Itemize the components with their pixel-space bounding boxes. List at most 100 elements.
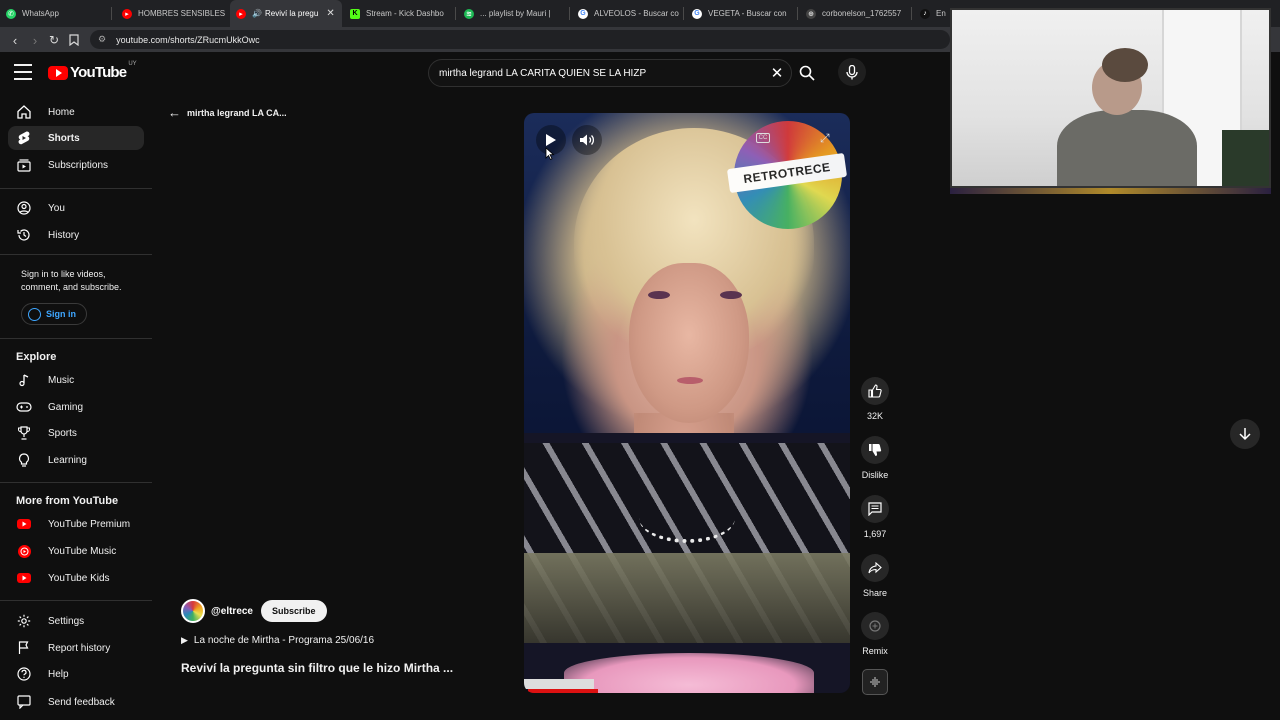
sidebar-item-send-feedback[interactable]: Send feedback (8, 690, 144, 714)
sidebar-item-settings[interactable]: Settings (8, 609, 144, 633)
logo-wordmark: YouTube (70, 64, 127, 81)
shorts-icon (16, 130, 32, 146)
sidebar-item-label: You (48, 202, 65, 214)
subscribe-button[interactable]: Subscribe (261, 600, 327, 622)
like-button[interactable] (861, 377, 889, 405)
sign-in-button[interactable]: Sign in (21, 303, 87, 325)
like-action[interactable]: 32K (860, 377, 890, 421)
captions-icon[interactable]: CC (756, 133, 770, 143)
dislike-action[interactable]: Dislike (860, 436, 890, 480)
bookmark-icon[interactable] (65, 31, 83, 49)
feedback-icon (16, 694, 32, 710)
youtube-icon: ▸ (122, 8, 132, 19)
tab-label: Reviví la pregu (264, 9, 319, 18)
tab-label: corbonelson_1762557 (822, 9, 902, 18)
arrow-down-icon (1239, 428, 1251, 441)
browser-tab[interactable]: G ALVEOLOS - Buscar co (572, 0, 684, 27)
comments-action[interactable]: 1,697 (860, 495, 890, 539)
tab-label: HOMBRES SENSIBLES (138, 9, 226, 18)
lightbulb-icon (16, 452, 32, 468)
sidebar-item-report-history[interactable]: Report history (8, 636, 144, 660)
sidebar-item-learning[interactable]: Learning (8, 448, 144, 472)
account-icon (28, 307, 41, 321)
browser-tab[interactable]: ♪ En (914, 0, 948, 27)
sidebar-item-label: Help (48, 668, 69, 680)
shorts-back-link[interactable]: ← mirtha legrand LA CA... (168, 105, 287, 120)
playlist-link[interactable]: ▶ La noche de Mirtha - Programa 25/06/16 (181, 635, 374, 646)
spotify-icon: ≋ (464, 8, 474, 19)
share-button[interactable] (861, 554, 889, 582)
settings-icon (16, 613, 32, 629)
sidebar-item-sports[interactable]: Sports (8, 421, 144, 445)
sidebar-item-subscriptions[interactable]: Subscriptions (8, 153, 144, 177)
shorts-back-title: mirtha legrand LA CA... (187, 107, 287, 118)
share-icon (868, 562, 882, 574)
retrotrece-text: RETROTRECE (726, 152, 848, 194)
shorts-video-player[interactable]: RETROTRECE CC ⤢ (524, 113, 850, 693)
arrow-left-icon: ← (168, 105, 181, 120)
dislike-button[interactable] (861, 436, 889, 464)
site-info-icon[interactable]: ⚙ (98, 34, 106, 45)
sidebar-item-help[interactable]: Help (8, 662, 144, 686)
close-tab-icon[interactable]: ✕ (326, 8, 334, 19)
next-short-button[interactable] (1230, 419, 1260, 449)
remix-button[interactable] (861, 612, 889, 640)
sidebar-item-you[interactable]: You (8, 196, 144, 220)
youtube-premium-icon (16, 516, 32, 532)
volume-button[interactable] (572, 125, 602, 155)
comments-button[interactable] (861, 495, 889, 523)
explore-heading: Explore (16, 351, 57, 363)
speaker-icon: 🔊 (252, 9, 262, 18)
reload-icon[interactable]: ↻ (45, 31, 63, 49)
mouse-cursor-icon (545, 147, 555, 161)
sidebar-item-youtube-kids[interactable]: YouTube Kids (8, 566, 144, 590)
browser-tab[interactable]: ⊕ corbonelson_1762557 (800, 0, 912, 27)
back-icon[interactable]: ‹ (6, 31, 24, 49)
youtube-icon: ▸ (236, 8, 246, 19)
search-button[interactable] (792, 59, 822, 87)
sidebar-item-label: Home (48, 106, 75, 118)
browser-tab[interactable]: G VEGETA - Buscar con (686, 0, 798, 27)
volume-icon (580, 134, 594, 146)
browser-tab[interactable]: ≋ ... playlist by Mauri | (458, 0, 570, 27)
address-bar[interactable]: ⚙ youtube.com/shorts/ZRucmUkkOwc (90, 30, 950, 49)
sidebar-item-label: Music (48, 374, 75, 386)
menu-icon[interactable] (14, 64, 32, 80)
sidebar-item-label: Report history (48, 642, 111, 654)
voice-search-button[interactable] (838, 58, 866, 86)
sidebar-item-youtube-premium[interactable]: YouTube Premium (8, 512, 144, 536)
channel-handle[interactable]: @eltrece (211, 606, 253, 617)
gaming-icon (16, 399, 32, 415)
sidebar-item-gaming[interactable]: Gaming (8, 395, 144, 419)
search-box[interactable]: mirtha legrand LA CARITA QUIEN SE LA HIZ… (428, 59, 792, 87)
clear-search-icon[interactable]: ✕ (763, 64, 791, 82)
sound-button[interactable] (862, 669, 888, 695)
sidebar-item-history[interactable]: History (8, 223, 144, 247)
sidebar-item-youtube-music[interactable]: YouTube Music (8, 539, 144, 563)
short-title[interactable]: Reviví la pregunta sin filtro que le hiz… (181, 661, 453, 675)
share-action[interactable]: Share (860, 554, 890, 598)
trophy-icon (16, 425, 32, 441)
fullscreen-icon[interactable]: ⤢ (820, 131, 830, 146)
dislike-label: Dislike (861, 470, 889, 480)
browser-tab[interactable]: ✆ WhatsApp (0, 0, 112, 27)
forward-icon[interactable]: › (26, 31, 44, 49)
sidebar-item-label: YouTube Kids (48, 572, 110, 584)
search-input[interactable]: mirtha legrand LA CARITA QUIEN SE LA HIZ… (439, 68, 763, 79)
sidebar-item-label: Gaming (48, 401, 84, 413)
sidebar-item-label: YouTube Premium (48, 518, 131, 530)
sidebar-item-home[interactable]: Home (8, 100, 144, 124)
whatsapp-icon: ✆ (6, 8, 16, 19)
channel-avatar[interactable] (181, 599, 205, 623)
browser-tab[interactable]: ▸ HOMBRES SENSIBLES (116, 0, 228, 27)
share-label: Share (862, 588, 888, 598)
browser-tab[interactable]: K Stream - Kick Dashbo (344, 0, 456, 27)
remix-action[interactable]: Remix (860, 612, 890, 656)
sidebar-item-music[interactable]: Music (8, 368, 144, 392)
browser-tab-active[interactable]: ▸ 🔊 Reviví la pregu ✕ (230, 0, 342, 27)
tab-label: ALVEOLOS - Buscar co (594, 9, 679, 18)
sidebar-item-shorts[interactable]: Shorts (8, 126, 144, 150)
remix-label: Remix (862, 646, 888, 656)
youtube-logo[interactable]: YouTube UY (48, 61, 137, 81)
thumbs-down-icon (869, 444, 882, 456)
